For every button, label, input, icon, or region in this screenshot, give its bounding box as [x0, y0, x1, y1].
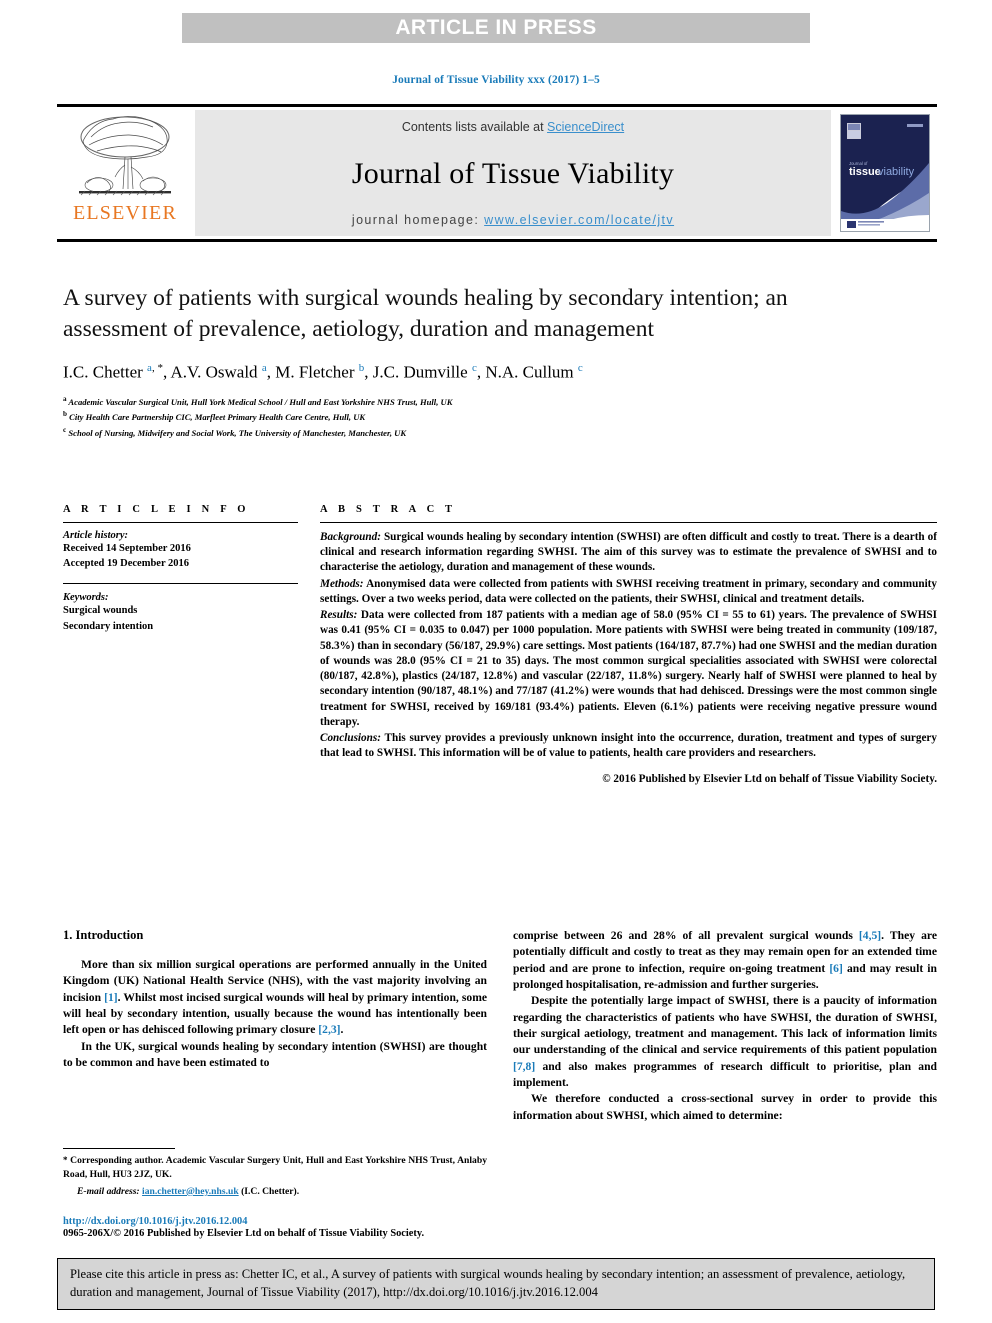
journal-cover-icon: Journal of tissue viability: [841, 115, 929, 231]
author-affil-marker: c: [577, 362, 583, 375]
body-paragraph: We therefore conducted a cross-sectional…: [513, 1092, 937, 1122]
introduction-heading: 1. Introduction: [63, 928, 144, 942]
abstract-conclusions-label: Conclusions:: [320, 732, 381, 745]
keyword-item: Secondary intention: [63, 620, 154, 632]
abstract-methods-paragraph: Methods: Anonymised data were collected …: [320, 577, 937, 607]
body-paragraph: In the UK, surgical wounds healing by se…: [63, 1039, 487, 1070]
affiliation-text: Academic Vascular Surgical Unit, Hull Yo…: [68, 396, 453, 407]
keyword-item: Surgical wounds: [63, 605, 138, 617]
contents-lists-prefix: Contents lists available at: [401, 120, 548, 134]
abstract-conclusions-text: This survey provides a previously unknow…: [320, 732, 937, 760]
abstract-rule: [320, 522, 937, 523]
issn-copyright-line: 0965-206X/© 2016 Published by Elsevier L…: [63, 1227, 425, 1239]
cite-this-article-box: Please cite this article in press as: Ch…: [57, 1258, 935, 1310]
abstract-background-paragraph: Background: Surgical wounds healing by s…: [320, 530, 937, 576]
journal-homepage-line: journal homepage: www.elsevier.com/locat…: [352, 213, 674, 227]
svg-text:viability: viability: [878, 166, 915, 178]
keywords-label: Keywords:: [63, 592, 109, 604]
abstract-background-text: Surgical wounds healing by secondary int…: [320, 531, 937, 574]
journal-title: Journal of Tissue Viability: [351, 156, 675, 190]
journal-cover-thumbnail: Journal of tissue viability: [840, 114, 930, 232]
doi-link[interactable]: http://dx.doi.org/10.1016/j.jtv.2016.12.…: [63, 1216, 487, 1227]
email-label: E-mail address:: [77, 1185, 140, 1197]
masthead-center-panel: Contents lists available at ScienceDirec…: [195, 110, 831, 236]
keywords-rule: [63, 583, 298, 585]
reference-link-2-3[interactable]: [2,3]: [318, 1023, 340, 1036]
cite-this-article-text: Please cite this article in press as: Ch…: [70, 1267, 906, 1299]
affiliation-item: a Academic Vascular Surgical Unit, Hull …: [63, 394, 823, 409]
affiliation-item: c School of Nursing, Midwifery and Socia…: [63, 425, 823, 440]
article-received-date: Received 14 September 2016: [63, 543, 191, 554]
reference-link-4-5[interactable]: [4,5]: [859, 929, 881, 942]
email-link[interactable]: ian.chetter@hey.nhs.uk: [142, 1186, 239, 1197]
body-paragraph: Despite the potentially large impact of …: [513, 994, 937, 1090]
running-head-citation: Journal of Tissue Viability xxx (2017) 1…: [392, 74, 600, 86]
abstract-copyright: © 2016 Published by Elsevier Ltd on beha…: [602, 772, 937, 785]
abstract-background-label: Background:: [320, 531, 381, 543]
abstract-results-label: Results:: [320, 609, 358, 622]
reference-link-1[interactable]: [1]: [104, 991, 118, 1004]
corresponding-author-address: Corresponding author. Academic Vascular …: [63, 1155, 487, 1180]
email-note: E-mail address: ian.chetter@hey.nhs.uk (…: [63, 1186, 487, 1197]
article-history-label: Article history:: [63, 530, 129, 541]
info-abstract-region: A R T I C L E I N F O Article history: R…: [63, 504, 937, 785]
abstract-column: A B S T R A C T Background: Surgical wou…: [320, 504, 937, 785]
elsevier-logo-block: ELSEVIER: [57, 107, 193, 239]
affiliation-list: a Academic Vascular Surgical Unit, Hull …: [63, 394, 823, 440]
reference-link-6[interactable]: [6]: [829, 962, 843, 975]
body-paragraph: More than six million surgical operation…: [63, 958, 487, 1037]
author-affil-marker: a: [261, 362, 267, 375]
author-affil-marker: c: [471, 362, 477, 375]
svg-text:tissue: tissue: [849, 166, 881, 178]
sciencedirect-link[interactable]: ScienceDirect: [547, 120, 624, 134]
affiliation-text: School of Nursing, Midwifery and Social …: [68, 427, 407, 438]
abstract-results-paragraph: Results: Data were collected from 187 pa…: [320, 608, 937, 730]
journal-homepage-prefix: journal homepage:: [351, 213, 485, 227]
affiliation-item: b City Health Care Partnership CIC, Marf…: [63, 409, 823, 424]
elsevier-wordmark: ELSEVIER: [72, 202, 178, 224]
author-list: I.C. Chetter a, *, A.V. Oswald a, M. Fle…: [63, 362, 583, 382]
journal-cover-block: Journal of tissue viability: [833, 107, 937, 239]
article-in-press-label: ARTICLE IN PRESS: [395, 16, 597, 39]
footnote-block: * Corresponding author. Academic Vascula…: [63, 1148, 487, 1239]
affiliation-marker: c: [63, 425, 67, 434]
article-info-heading: A R T I C L E I N F O: [63, 504, 250, 515]
article-in-press-banner: ARTICLE IN PRESS: [182, 13, 810, 43]
page-title: A survey of patients with surgical wound…: [63, 285, 788, 343]
body-right-column: comprise between 26 and 28% of all preva…: [513, 928, 937, 1124]
affiliation-marker: b: [63, 410, 67, 419]
contents-lists-line: Contents lists available at ScienceDirec…: [402, 120, 624, 134]
body-two-column-region: 1. Introduction More than six million su…: [63, 928, 937, 1124]
corresponding-author-note: * Corresponding author. Academic Vascula…: [63, 1154, 487, 1182]
abstract-methods-text: Anonymised data were collected from pati…: [320, 577, 937, 605]
corresponding-author-marker: , *: [151, 362, 163, 375]
footnote-rule: [63, 1148, 175, 1149]
email-owner: (I.C. Chetter).: [241, 1185, 300, 1197]
affiliation-marker: a: [63, 394, 67, 403]
article-info-column: A R T I C L E I N F O Article history: R…: [63, 504, 298, 785]
reference-link-7-8[interactable]: [7,8]: [513, 1060, 535, 1073]
author-affil-marker: b: [358, 362, 365, 375]
article-accepted-date: Accepted 19 December 2016: [63, 558, 190, 570]
body-left-column: 1. Introduction More than six million su…: [63, 928, 487, 1124]
article-info-rule: [63, 522, 298, 523]
abstract-methods-label: Methods:: [320, 577, 364, 590]
journal-masthead: ELSEVIER Contents lists available at Sci…: [57, 104, 937, 242]
body-paragraph: comprise between 26 and 28% of all preva…: [513, 929, 937, 992]
affiliation-text: City Health Care Partnership CIC, Marfle…: [69, 412, 366, 423]
title-authors-block: A survey of patients with surgical wound…: [63, 283, 823, 440]
abstract-results-text: Data were collected from 187 patients wi…: [320, 609, 938, 728]
abstract-conclusions-paragraph: Conclusions: This survey provides a prev…: [320, 731, 937, 761]
abstract-heading: A B S T R A C T: [320, 504, 457, 515]
journal-homepage-link[interactable]: www.elsevier.com/locate/jtv: [484, 213, 674, 227]
elsevier-tree-icon: [79, 116, 171, 196]
